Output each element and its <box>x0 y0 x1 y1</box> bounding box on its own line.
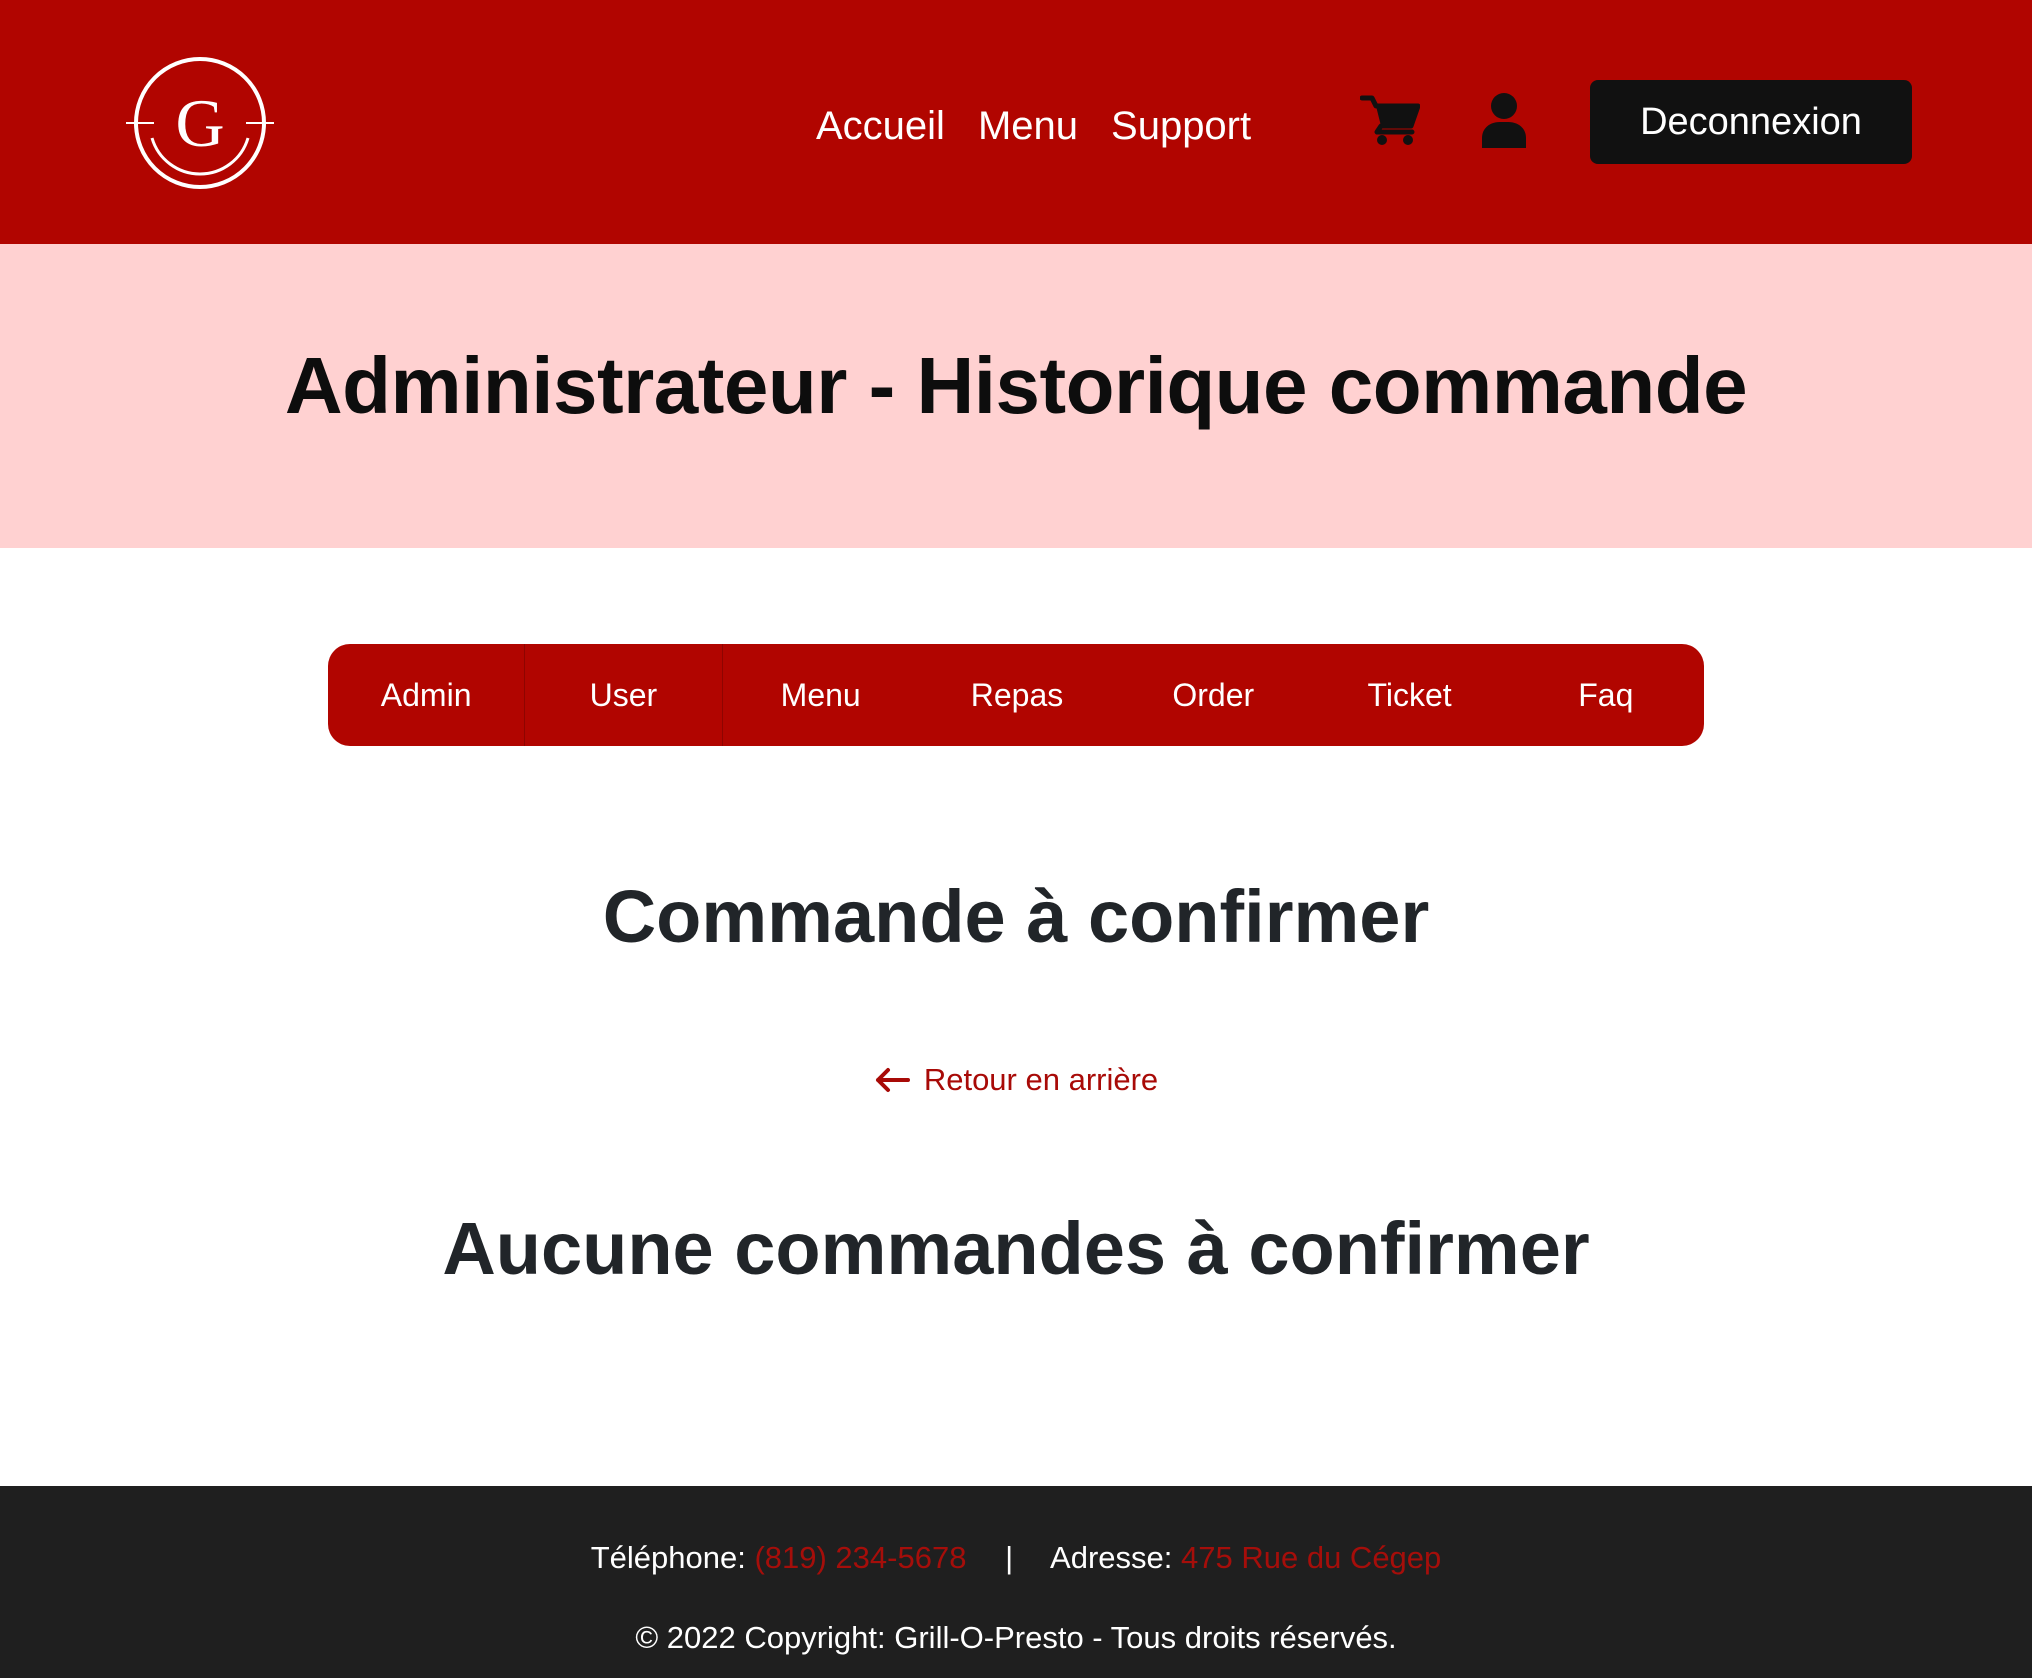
back-link[interactable]: Retour en arrière <box>0 1062 2032 1098</box>
tab-user[interactable]: User <box>525 644 723 746</box>
main-nav: Accueil Menu Support <box>816 96 1284 156</box>
empty-message: Aucune commandes à confirmer <box>442 1207 1590 1290</box>
tab-repas[interactable]: Repas <box>919 644 1115 746</box>
logo-icon[interactable]: G <box>126 54 274 192</box>
nav-accueil[interactable]: Accueil <box>816 104 945 149</box>
phone-label: Téléphone: <box>590 1540 746 1575</box>
address-label: Adresse: <box>1050 1540 1173 1575</box>
admin-tabs: Admin User Menu Repas Order Ticket Faq <box>328 644 1704 746</box>
copyright-text: © 2022 Copyright: Grill-O-Presto - Tous … <box>635 1620 1397 1655</box>
back-link-label: Retour en arrière <box>923 1062 1159 1097</box>
user-icon[interactable] <box>1480 92 1528 148</box>
tab-ticket[interactable]: Ticket <box>1311 644 1507 746</box>
tab-admin[interactable]: Admin <box>328 644 526 746</box>
address-link[interactable]: 475 Rue du Cégep <box>1181 1540 1441 1575</box>
site-footer: Téléphone: (819) 234-5678 | Adresse: 475… <box>0 1486 2032 1678</box>
arrow-left-icon <box>875 1068 910 1092</box>
cart-icon[interactable] <box>1360 92 1420 146</box>
site-header: G Accueil Menu Support Deconnexion <box>0 0 2032 244</box>
tab-order[interactable]: Order <box>1115 644 1311 746</box>
tab-faq[interactable]: Faq <box>1508 644 1704 746</box>
footer-contact: Téléphone: (819) 234-5678 | Adresse: 475… <box>0 1540 2032 1576</box>
section-title: Commande à confirmer <box>602 875 1430 958</box>
logout-button[interactable]: Deconnexion <box>1590 80 1912 164</box>
nav-menu[interactable]: Menu <box>978 104 1078 149</box>
logo-letter: G <box>175 85 224 161</box>
page-title: Administrateur - Historique commande <box>284 341 1748 430</box>
phone-link[interactable]: (819) 234-5678 <box>754 1540 966 1575</box>
tab-menu[interactable]: Menu <box>723 644 919 746</box>
footer-separator: | <box>1005 1540 1014 1575</box>
nav-support[interactable]: Support <box>1111 104 1251 149</box>
